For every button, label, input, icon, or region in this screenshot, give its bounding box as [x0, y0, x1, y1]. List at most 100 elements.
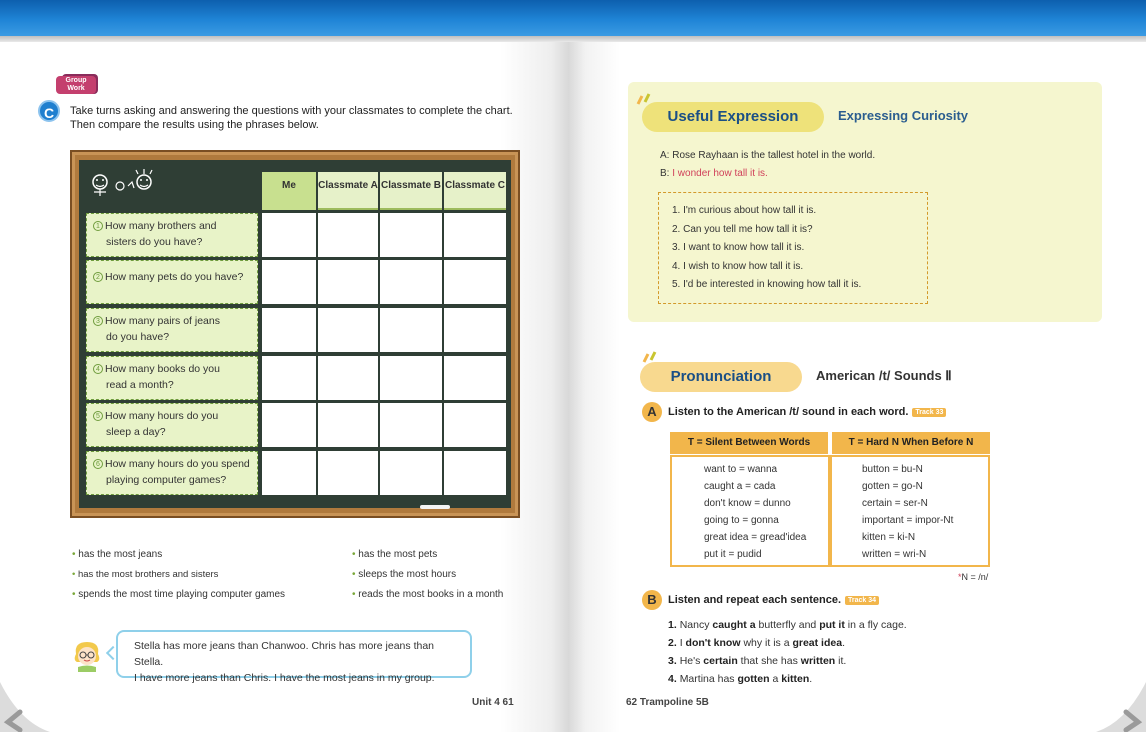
- answer-cell[interactable]: [262, 356, 316, 400]
- answer-cell[interactable]: [444, 260, 506, 304]
- expression-option: 4. I wish to know how tall it is.: [672, 261, 804, 272]
- question-line1: How many hours do you spend: [105, 458, 250, 470]
- phrase: spends the most time playing computer ga…: [72, 589, 285, 600]
- question-line1: How many hours do you: [105, 410, 219, 422]
- column-header-classmate-b: Classmate B: [380, 172, 442, 210]
- question-number: 2: [93, 272, 103, 282]
- question-number: 6: [93, 459, 103, 469]
- answer-cell[interactable]: [318, 260, 378, 304]
- answer-cell[interactable]: [380, 403, 442, 447]
- table-item: want to = wanna: [704, 464, 778, 475]
- question-line1: How many brothers and: [105, 220, 217, 232]
- badge-line1: Group: [65, 77, 87, 84]
- question-line2: sleep a day?: [106, 426, 166, 438]
- track-33-badge[interactable]: Track 33: [912, 408, 947, 417]
- answer-cell[interactable]: [262, 403, 316, 447]
- question-number: 4: [93, 364, 103, 374]
- sentence-part: Nancy: [679, 619, 713, 631]
- answer-cell[interactable]: [318, 356, 378, 400]
- phrase: sleeps the most hours: [352, 569, 456, 580]
- question-2: 2 How many pets do you have?: [86, 260, 258, 304]
- page-curl-left[interactable]: [0, 672, 60, 732]
- answer-cell[interactable]: [262, 260, 316, 304]
- phrase: reads the most books in a month: [352, 589, 503, 600]
- sentence-bold: written: [800, 655, 836, 667]
- answer-cell[interactable]: [444, 403, 506, 447]
- useful-expression-title: Useful Expression: [642, 102, 824, 132]
- answer-cell[interactable]: [444, 308, 506, 352]
- question-line2: playing computer games?: [106, 474, 227, 486]
- page-curl-right[interactable]: [1086, 672, 1146, 732]
- answer-cell[interactable]: [380, 451, 442, 495]
- question-number: 3: [93, 316, 103, 326]
- sentence-number: 1.: [668, 619, 677, 631]
- sentence-part: butterfly and: [755, 619, 820, 631]
- track-34-badge[interactable]: Track 34: [845, 596, 880, 605]
- answer-cell[interactable]: [380, 308, 442, 352]
- sentence-part: Martina has: [679, 673, 738, 685]
- question-line2: do you have?: [106, 331, 170, 343]
- answer-cell[interactable]: [262, 308, 316, 352]
- answer-cell[interactable]: [444, 451, 506, 495]
- sentence-part: He's: [679, 655, 704, 667]
- doodle-faces-icon: [92, 169, 153, 196]
- task-letter-b: B: [642, 590, 662, 610]
- answer-cell[interactable]: [380, 356, 442, 400]
- table-item: caught a = cada: [704, 481, 776, 492]
- column-header-classmate-c: Classmate C: [444, 172, 506, 210]
- question-1: 1 How many brothers and sisters do you ha…: [86, 213, 258, 257]
- pronunciation-note: *N = /n/: [958, 572, 988, 582]
- sentence-part: .: [842, 637, 845, 649]
- question-line2: read a month?: [106, 379, 174, 391]
- task-b-instruction: Listen and repeat each sentence. Track 34: [668, 594, 880, 606]
- sentence-bold: kitten: [781, 673, 810, 685]
- sentence-bold: put it: [819, 619, 845, 631]
- answer-cell[interactable]: [262, 451, 316, 495]
- answer-cell[interactable]: [318, 403, 378, 447]
- phrase: has the most jeans: [72, 549, 162, 560]
- stella-avatar-icon: [74, 642, 100, 672]
- dialog-line-b: B: I wonder how tall it is.: [660, 168, 768, 179]
- table-item: going to = gonna: [704, 515, 779, 526]
- table-header-hard-n: T = Hard N When Before N: [832, 432, 990, 454]
- question-6: 6 How many hours do you spend playing com…: [86, 451, 258, 495]
- answer-cell[interactable]: [444, 213, 506, 257]
- sentence-part: a: [769, 673, 782, 685]
- column-header-me: Me: [262, 172, 316, 210]
- table-item: don't know = dunno: [704, 498, 791, 509]
- question-number: 1: [93, 221, 103, 231]
- expression-option: 1. I'm curious about how tall it is.: [672, 205, 817, 216]
- sentence-number: 2.: [668, 637, 677, 649]
- question-3: 3 How many pairs of jeans do you have?: [86, 308, 258, 352]
- sentence-part: why it is a: [740, 637, 793, 649]
- question-5: 5 How many hours do you sleep a day?: [86, 403, 258, 447]
- answer-cell[interactable]: [380, 213, 442, 257]
- sentence-3: 3. He's certain that she has written it.: [668, 655, 846, 667]
- sentence-bold: gotten: [737, 673, 770, 685]
- table-item: put it = pudid: [704, 549, 762, 560]
- answer-cell[interactable]: [380, 260, 442, 304]
- sentence-number: 4.: [668, 673, 677, 685]
- task-b-text: Listen and repeat each sentence.: [668, 594, 842, 606]
- top-bar: [0, 0, 1146, 36]
- table-header-silent: T = Silent Between Words: [670, 432, 828, 454]
- question-line1: How many pairs of jeans: [105, 315, 220, 327]
- answer-cell[interactable]: [318, 451, 378, 495]
- page-number-left: Unit 4 61: [472, 697, 514, 708]
- pronunciation-subtitle: American /t/ Sounds Ⅱ: [816, 368, 952, 383]
- question-line1: How many books do you: [105, 363, 220, 375]
- answer-cell[interactable]: [262, 213, 316, 257]
- task-letter-a: A: [642, 402, 662, 422]
- useful-expression-subtitle: Expressing Curiosity: [838, 108, 969, 123]
- answer-cell[interactable]: [318, 308, 378, 352]
- table-item: important = impor-Nt: [862, 515, 954, 526]
- sentence-bold: great idea: [792, 637, 843, 649]
- sentence-bold: certain: [703, 655, 738, 667]
- answer-cell[interactable]: [318, 213, 378, 257]
- column-header-classmate-a: Classmate A: [318, 172, 378, 210]
- answer-cell[interactable]: [444, 356, 506, 400]
- speech-line2: I have more jeans than Chris. I have the…: [134, 672, 435, 684]
- pronunciation-title: Pronunciation: [640, 362, 802, 392]
- table-item: button = bu-N: [862, 464, 923, 475]
- note-text: N = /n/: [961, 572, 989, 582]
